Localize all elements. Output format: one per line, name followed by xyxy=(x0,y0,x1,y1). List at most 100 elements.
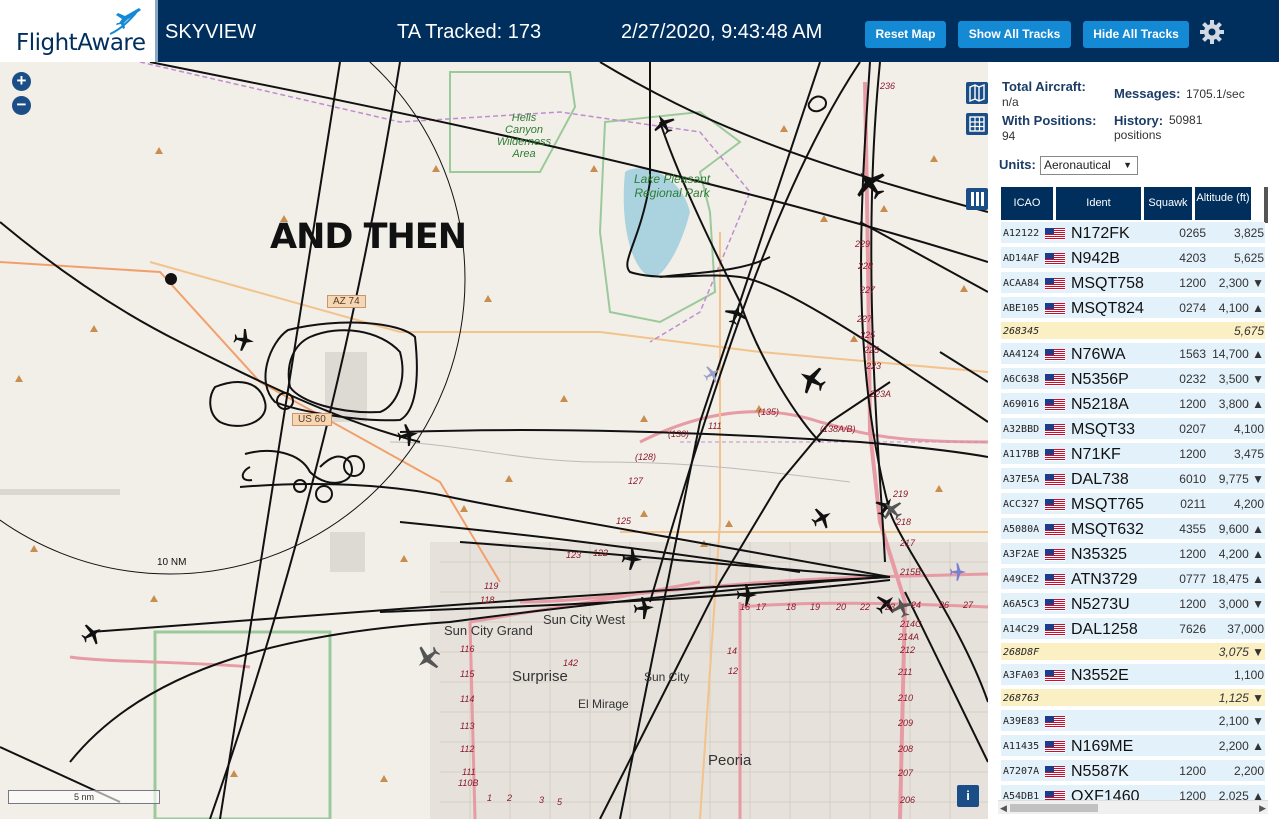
us-flag-icon xyxy=(1045,349,1065,361)
info-button[interactable]: i xyxy=(957,785,979,807)
altitude-cell: 3,075 ▼ xyxy=(1218,645,1264,659)
squawk-cell: 0207 xyxy=(1179,422,1206,436)
icao-cell: A32BBD xyxy=(1003,424,1040,435)
svg-text:229: 229 xyxy=(854,239,870,249)
range-ring-label: 10 NM xyxy=(157,557,186,568)
show-all-tracks-button[interactable]: Show All Tracks xyxy=(958,21,1071,48)
table-row[interactable]: ACC327 MSQT765 0211 4,200 xyxy=(1001,493,1265,516)
svg-text:(135): (135) xyxy=(758,407,779,417)
svg-text:118: 118 xyxy=(480,595,494,605)
svg-text:(128): (128) xyxy=(635,452,656,462)
svg-text:212: 212 xyxy=(899,645,915,655)
table-row[interactable]: A11435 N169ME 2,200 ▲ xyxy=(1001,735,1265,758)
column-header-icao[interactable]: ICAO xyxy=(1001,187,1055,220)
table-row[interactable]: ACAA84 MSQT758 1200 2,300 ▼ xyxy=(1001,272,1265,295)
us-flag-icon xyxy=(1045,716,1065,728)
svg-text:14: 14 xyxy=(727,646,737,656)
logo-text: FlightAware xyxy=(16,30,146,56)
altitude-cell: 3,475 xyxy=(1233,447,1264,461)
column-header-squawk[interactable]: Squawk xyxy=(1144,187,1194,220)
tracked-count: TA Tracked: 173 xyxy=(397,21,542,43)
svg-text:217: 217 xyxy=(899,538,916,548)
units-select-value: Aeronautical xyxy=(1044,158,1111,172)
svg-text:209: 209 xyxy=(897,718,913,728)
us-flag-icon xyxy=(1045,474,1065,486)
ident-cell: DAL1258 xyxy=(1071,621,1138,638)
table-scrollbar[interactable] xyxy=(1264,187,1268,223)
flightaware-logo[interactable]: FlightAware xyxy=(0,0,158,62)
svg-text:119: 119 xyxy=(484,581,498,591)
table-row[interactable]: A69016 N5218A 1200 3,800 ▲ xyxy=(1001,393,1265,416)
icao-cell: ABE105 xyxy=(1003,303,1040,314)
map-layers-icon[interactable] xyxy=(966,82,988,104)
icao-cell: A3FA03 xyxy=(1003,670,1040,681)
table-row[interactable]: 268D8F 3,075 ▼ xyxy=(1001,643,1265,662)
map-view[interactable]: 236 229 228 227 227 225 225 223 223A 219 218 217… xyxy=(0,62,988,819)
table-row[interactable]: A7207A N5587K 1200 2,200 xyxy=(1001,760,1265,783)
svg-text:211: 211 xyxy=(897,667,912,677)
table-row[interactable]: A37E5A DAL738 6010 9,775 ▼ xyxy=(1001,468,1265,491)
table-row[interactable]: A6A5C3 N5273U 1200 3,000 ▼ xyxy=(1001,593,1265,616)
map-canvas[interactable]: 236229228 227227225 225223223A 219218217… xyxy=(0,62,988,819)
table-row[interactable]: A32BBD MSQT33 0207 4,100 xyxy=(1001,418,1265,441)
road-shield-az74: AZ 74 xyxy=(327,295,366,308)
us-flag-icon xyxy=(1045,303,1065,315)
us-flag-icon xyxy=(1045,624,1065,636)
table-row[interactable]: 268763 1,125 ▼ xyxy=(1001,689,1265,708)
hide-all-tracks-button[interactable]: Hide All Tracks xyxy=(1083,21,1189,48)
icao-cell: A14C29 xyxy=(1003,624,1040,635)
svg-text:27: 27 xyxy=(962,600,974,610)
table-row[interactable]: A117BB N71KF 1200 3,475 xyxy=(1001,443,1265,466)
svg-text:215B: 215B xyxy=(899,567,921,577)
svg-text:16: 16 xyxy=(740,602,750,612)
us-flag-icon xyxy=(1045,766,1065,778)
table-row[interactable]: A6C638 N5356P 0232 3,500 ▼ xyxy=(1001,368,1265,391)
scroll-left-icon[interactable]: ◀ xyxy=(1000,801,1007,815)
table-row[interactable]: AA4124 N76WA 1563 14,700 ▲ xyxy=(1001,343,1265,366)
altitude-cell: 2,100 ▼ xyxy=(1218,714,1264,728)
squawk-cell: 0232 xyxy=(1179,372,1206,386)
ident-cell: N5587K xyxy=(1071,763,1129,780)
svg-text:17: 17 xyxy=(756,602,767,612)
table-row[interactable]: A49CE2 ATN3729 0777 18,475 ▲ xyxy=(1001,568,1265,591)
table-row[interactable]: A39E83 2,100 ▼ xyxy=(1001,710,1265,733)
table-row[interactable]: A12122 N172FK 0265 3,825 xyxy=(1001,222,1265,245)
icao-cell: A69016 xyxy=(1003,399,1040,410)
reset-map-button[interactable]: Reset Map xyxy=(865,21,946,48)
with-positions-value: 94 xyxy=(1002,129,1016,143)
table-row[interactable]: AD14AF N942B 4203 5,625 xyxy=(1001,247,1265,270)
us-flag-icon xyxy=(1045,574,1065,586)
altitude-cell: 14,700 ▲ xyxy=(1212,347,1264,361)
table-row[interactable]: A3FA03 N3552E 1,100 xyxy=(1001,664,1265,687)
ident-cell: N3552E xyxy=(1071,667,1129,684)
ident-cell: MSQT632 xyxy=(1071,521,1144,538)
map-label-peoria: Peoria xyxy=(708,752,752,769)
units-select[interactable]: Aeronautical ▼ xyxy=(1040,156,1138,175)
zoom-in-button[interactable]: + xyxy=(12,72,31,91)
table-row[interactable]: 268345 5,675 xyxy=(1001,322,1265,341)
altitude-cell: 4,200 xyxy=(1233,497,1264,511)
altitude-cell: 2,200 xyxy=(1233,764,1264,778)
altitude-cell: 18,475 ▲ xyxy=(1212,572,1264,586)
scrollbar-thumb[interactable] xyxy=(1010,804,1098,812)
app-name: SKYVIEW xyxy=(165,21,257,43)
messages-label: Messages: xyxy=(1114,86,1181,101)
table-row[interactable]: A5080A MSQT632 4355 9,600 ▲ xyxy=(1001,518,1265,541)
gear-icon[interactable] xyxy=(1199,19,1225,45)
scroll-right-icon[interactable]: ▶ xyxy=(1259,801,1266,815)
squawk-cell: 7626 xyxy=(1179,622,1206,636)
svg-text:123: 123 xyxy=(566,550,581,560)
squawk-cell: 0265 xyxy=(1179,226,1206,240)
table-row[interactable]: A3F2AE N35325 1200 4,200 ▲ xyxy=(1001,543,1265,566)
column-header-altitude[interactable]: Altitude (ft) xyxy=(1195,187,1253,220)
grid-icon[interactable] xyxy=(966,113,988,135)
us-flag-icon xyxy=(1045,599,1065,611)
table-row[interactable]: ABE105 MSQT824 0274 4,100 ▲ xyxy=(1001,297,1265,320)
svg-text:12: 12 xyxy=(728,666,738,676)
table-row[interactable]: A14C29 DAL1258 7626 37,000 xyxy=(1001,618,1265,641)
svg-text:125: 125 xyxy=(616,516,632,526)
column-header-ident[interactable]: Ident xyxy=(1056,187,1143,220)
columns-icon[interactable] xyxy=(966,188,988,210)
horizontal-scrollbar[interactable]: ◀ ▶ xyxy=(998,800,1268,814)
zoom-out-button[interactable]: − xyxy=(12,96,31,115)
